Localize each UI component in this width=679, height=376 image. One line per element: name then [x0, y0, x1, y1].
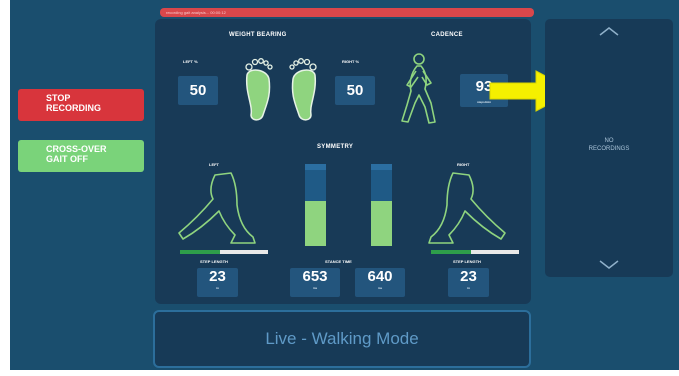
cadence-title: CADENCE — [431, 32, 463, 38]
stance-time-label: STANCE TIME — [325, 259, 352, 264]
left-symmetry-bar — [305, 164, 326, 246]
right-step-length-progress-fill — [431, 250, 471, 254]
left-step-length-label: STEP LENGTH — [200, 259, 228, 264]
right-step-length-progress — [431, 250, 519, 254]
right-percent-label: RIGHT % — [342, 59, 360, 64]
live-mode-label: Live - Walking Mode — [153, 310, 531, 368]
right-weight-value: 50 — [346, 82, 364, 99]
crossover-gait-toggle-button[interactable]: CROSS-OVER GAIT OFF — [18, 140, 144, 172]
left-stance-time-box: 653 ms — [290, 268, 340, 297]
right-step-length-unit: in — [467, 286, 470, 290]
right-foot-icon — [289, 58, 317, 121]
right-step-length-box: 23 in — [448, 268, 489, 297]
left-step-length-box: 23 in — [197, 268, 238, 297]
right-step-length-value: 23 — [460, 268, 477, 285]
left-step-length-value: 23 — [209, 268, 226, 285]
left-leg-icon — [178, 172, 256, 244]
feet-icon — [245, 58, 317, 121]
left-step-length-progress-fill — [180, 250, 220, 254]
recording-status-banner: recording gait analysis... 00:00:12 — [160, 8, 534, 17]
left-stance-time-unit: ms — [312, 286, 318, 290]
walking-person-icon — [401, 53, 436, 124]
right-leg-icon — [428, 172, 506, 244]
recordings-panel: NO RECORDINGS — [545, 19, 673, 277]
right-step-length-label: STEP LENGTH — [453, 259, 481, 264]
left-stance-time-value: 653 — [302, 268, 328, 285]
symmetry-title: SYMMETRY — [317, 144, 354, 150]
right-symmetry-bar — [371, 164, 392, 246]
stop-recording-button[interactable]: STOP RECORDING — [18, 89, 144, 121]
no-recordings-text: NO RECORDINGS — [588, 138, 630, 152]
left-weight-box: 50 — [178, 76, 218, 105]
left-foot-icon — [245, 58, 273, 121]
metrics-panel: WEIGHT BEARING LEFT % 50 RIGHT % 50 CADE… — [155, 19, 531, 304]
right-stance-time-unit: ms — [377, 286, 383, 290]
right-leg-label: RIGHT — [457, 162, 470, 167]
chevron-up-icon[interactable] — [597, 25, 621, 37]
right-stance-time-value: 640 — [367, 268, 393, 285]
right-stance-time-box: 640 ms — [355, 268, 405, 297]
right-weight-box: 50 — [335, 76, 375, 105]
gait-app-screen: recording gait analysis... 00:00:12 STOP… — [10, 0, 679, 370]
left-weight-value: 50 — [189, 82, 207, 99]
chevron-down-icon[interactable] — [597, 259, 621, 271]
left-step-length-unit: in — [216, 286, 219, 290]
left-step-length-progress — [180, 250, 268, 254]
weight-bearing-title: WEIGHT BEARING — [229, 32, 287, 38]
left-leg-label: LEFT — [209, 162, 219, 167]
left-percent-label: LEFT % — [183, 59, 198, 64]
